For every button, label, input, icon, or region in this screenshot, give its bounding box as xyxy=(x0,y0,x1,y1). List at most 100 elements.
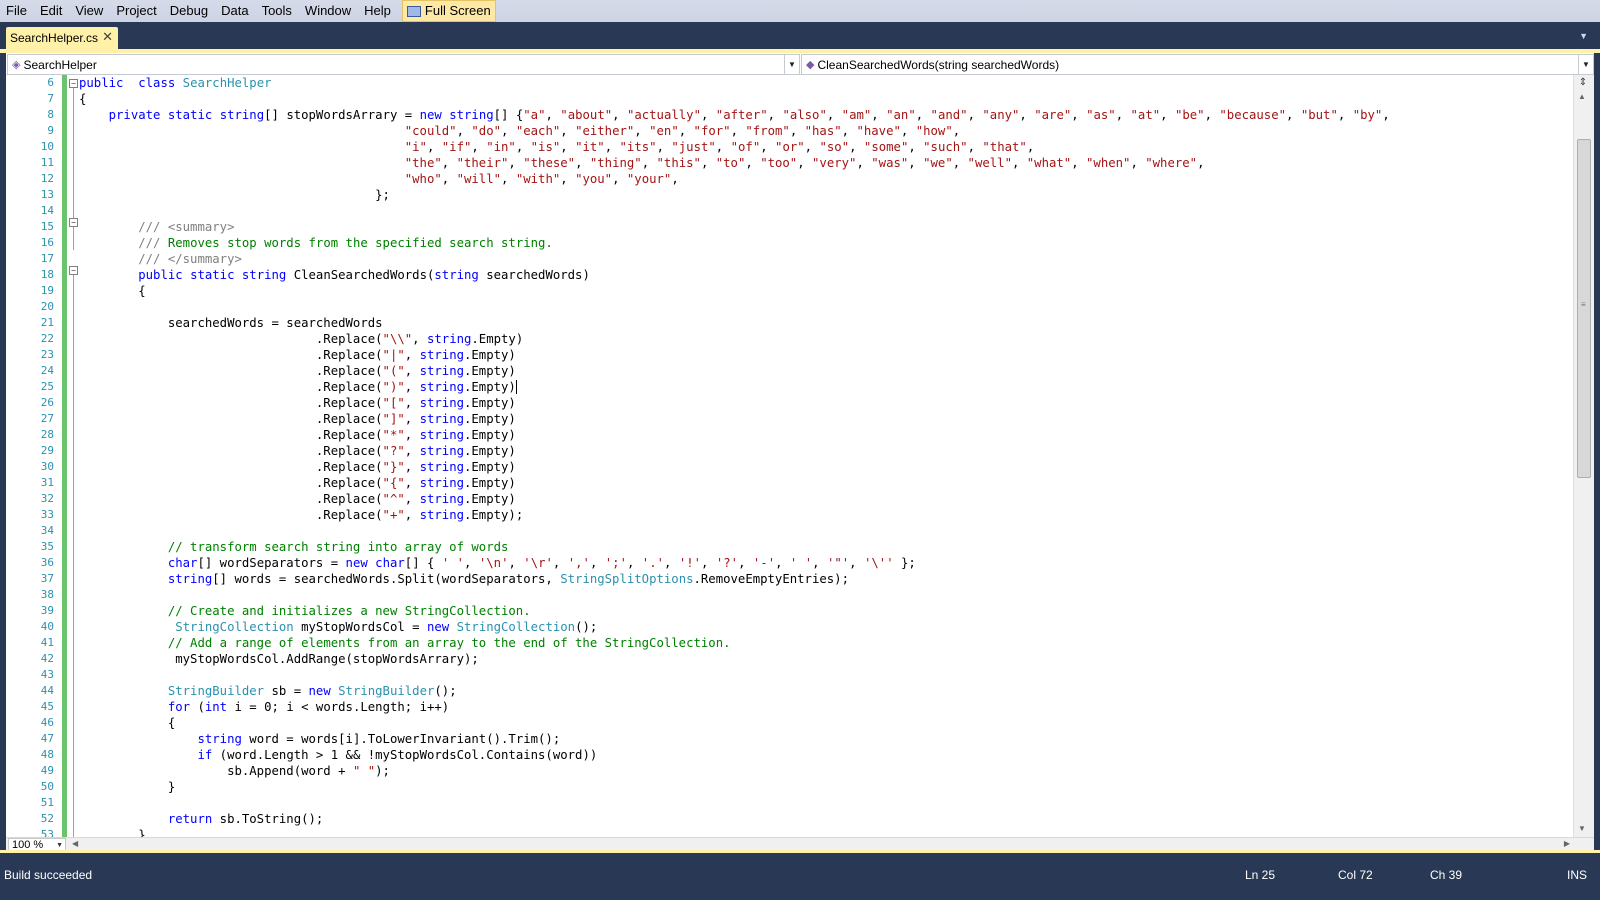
line-number: 19 xyxy=(40,284,54,297)
code-token: , xyxy=(664,556,679,570)
code-token: , xyxy=(1286,108,1301,122)
line-number: 45 xyxy=(40,700,54,713)
vertical-scrollbar[interactable]: ⇕ ▲ ≡ ▼ xyxy=(1573,75,1594,837)
menu-debug[interactable]: Debug xyxy=(164,0,215,22)
code-line[interactable]: .Replace("|", string.Empty) xyxy=(79,347,1574,363)
code-token-string: "could" xyxy=(404,124,457,138)
code-line[interactable]: char[] wordSeparators = new char[] { ' '… xyxy=(79,555,1574,571)
split-window-icon[interactable]: ⇕ xyxy=(1577,77,1589,89)
code-line[interactable] xyxy=(79,299,1574,315)
menu-project[interactable]: Project xyxy=(110,0,163,22)
code-line[interactable]: .Replace("^", string.Empty) xyxy=(79,491,1574,507)
collapse-class-icon[interactable]: − xyxy=(69,79,78,88)
code-line[interactable]: return sb.ToString(); xyxy=(79,811,1574,827)
code-line[interactable]: .Replace("?", string.Empty) xyxy=(79,443,1574,459)
tab-searchhelper-cs[interactable]: SearchHelper.cs ✕ xyxy=(6,27,118,49)
code-token: , xyxy=(508,156,524,170)
code-token-string: "have" xyxy=(856,124,901,138)
code-line[interactable]: .Replace("(", string.Empty) xyxy=(79,363,1574,379)
menu-edit[interactable]: Edit xyxy=(34,0,69,22)
code-token-comment: Removes stop words from the specified se… xyxy=(160,236,553,250)
full-screen-button[interactable]: Full Screen xyxy=(401,0,496,22)
code-line[interactable]: searchedWords = searchedWords xyxy=(79,315,1574,331)
code-line[interactable]: .Replace("+", string.Empty); xyxy=(79,507,1574,523)
code-line[interactable]: { xyxy=(79,91,1574,107)
code-line[interactable]: .Replace("*", string.Empty) xyxy=(79,427,1574,443)
tab-label: SearchHelper.cs xyxy=(10,31,99,45)
code-token-string: "you" xyxy=(575,172,613,186)
code-editor[interactable]: 6 7 8 9 10 11 12 13 14 15 16 17 18 19 20 21 22 23 24 25 26 27… xyxy=(6,75,1594,850)
scroll-thumb[interactable]: ≡ xyxy=(1577,139,1591,478)
code-line[interactable]: .Replace("\\", string.Empty) xyxy=(79,331,1574,347)
line-number: 6 xyxy=(47,76,54,89)
scroll-left-icon[interactable]: ◀ xyxy=(72,839,78,848)
code-line[interactable] xyxy=(79,523,1574,539)
code-line[interactable]: string word = words[i].ToLowerInvariant(… xyxy=(79,731,1574,747)
menu-data[interactable]: Data xyxy=(215,0,255,22)
code-line[interactable]: for (int i = 0; i < words.Length; i++) xyxy=(79,699,1574,715)
code-line[interactable]: } xyxy=(79,827,1574,837)
chevron-down-icon[interactable]: ▼ xyxy=(784,55,799,74)
code-line[interactable] xyxy=(79,587,1574,603)
code-line[interactable]: } xyxy=(79,779,1574,795)
code-line[interactable]: // Add a range of elements from an array… xyxy=(79,635,1574,651)
code-line[interactable]: public static string CleanSearchedWords(… xyxy=(79,267,1574,283)
code-line[interactable]: // Create and initializes a new StringCo… xyxy=(79,603,1574,619)
code-line[interactable]: }; xyxy=(79,187,1574,203)
code-line[interactable]: /// <summary> xyxy=(79,219,1574,235)
menu-view[interactable]: View xyxy=(69,0,110,22)
code-line[interactable]: myStopWordsCol.AddRange(stopWordsArrary)… xyxy=(79,651,1574,667)
code-line[interactable]: .Replace("[", string.Empty) xyxy=(79,395,1574,411)
code-line[interactable]: if (word.Length > 1 && !myStopWordsCol.C… xyxy=(79,747,1574,763)
code-token-string: "where" xyxy=(1145,156,1198,170)
menu-help[interactable]: Help xyxy=(358,0,398,22)
type-dropdown[interactable]: ◈ SearchHelper ▼ xyxy=(7,54,800,75)
menu-window[interactable]: Window xyxy=(299,0,358,22)
code-line[interactable] xyxy=(79,203,1574,219)
code-line[interactable]: .Replace("]", string.Empty) xyxy=(79,411,1574,427)
code-line[interactable]: { xyxy=(79,715,1574,731)
tab-list-dropdown-icon[interactable]: ▼ xyxy=(1579,31,1588,41)
code-token: , xyxy=(501,172,516,186)
code-line[interactable]: { xyxy=(79,283,1574,299)
code-line[interactable]: .Replace("{", string.Empty) xyxy=(79,475,1574,491)
code-token: , xyxy=(641,156,657,170)
collapse-summary-icon[interactable]: − xyxy=(69,218,78,227)
close-icon[interactable]: ✕ xyxy=(102,29,113,45)
collapse-method-icon[interactable]: − xyxy=(69,266,78,275)
chevron-down-icon[interactable]: ▼ xyxy=(56,839,63,850)
member-dropdown[interactable]: ◆ CleanSearchedWords(string searchedWord… xyxy=(801,54,1594,75)
code-text-area[interactable]: public class SearchHelper{ private stati… xyxy=(79,75,1574,837)
code-line[interactable]: StringCollection myStopWordsCol = new St… xyxy=(79,619,1574,635)
code-line[interactable]: .Replace(")", string.Empty) xyxy=(79,379,1574,395)
code-line[interactable]: .Replace("}", string.Empty) xyxy=(79,459,1574,475)
code-line[interactable]: string[] words = searchedWords.Split(wor… xyxy=(79,571,1574,587)
code-line[interactable] xyxy=(79,795,1574,811)
menu-file[interactable]: File xyxy=(0,0,34,22)
horizontal-scrollbar[interactable]: 100 % ▼ ◀ ▶ xyxy=(6,837,1594,850)
code-line[interactable]: sb.Append(word + " "); xyxy=(79,763,1574,779)
scroll-right-icon[interactable]: ▶ xyxy=(1564,839,1570,848)
code-line[interactable]: /// Removes stop words from the specifie… xyxy=(79,235,1574,251)
scroll-down-icon[interactable]: ▼ xyxy=(1578,824,1586,833)
code-line[interactable]: // transform search string into array of… xyxy=(79,539,1574,555)
code-line[interactable]: "the", "their", "these", "thing", "this"… xyxy=(79,155,1574,171)
code-line[interactable]: private static string[] stopWordsArrary … xyxy=(79,107,1574,123)
code-line[interactable]: StringBuilder sb = new StringBuilder(); xyxy=(79,683,1574,699)
code-line[interactable]: "i", "if", "in", "is", "it", "its", "jus… xyxy=(79,139,1574,155)
scroll-up-icon[interactable]: ▲ xyxy=(1578,92,1586,101)
code-line[interactable]: "who", "will", "with", "you", "your", xyxy=(79,171,1574,187)
code-token-string: "+" xyxy=(382,508,405,522)
chevron-down-icon[interactable]: ▼ xyxy=(1578,55,1593,74)
code-line[interactable]: /// </summary> xyxy=(79,251,1574,267)
zoom-dropdown[interactable]: 100 % ▼ xyxy=(8,838,66,850)
code-line[interactable]: "could", "do", "each", "either", "en", "… xyxy=(79,123,1574,139)
menu-tools[interactable]: Tools xyxy=(256,0,299,22)
code-token: (); xyxy=(434,684,457,698)
code-token: , xyxy=(952,156,968,170)
code-line[interactable] xyxy=(79,667,1574,683)
code-line[interactable]: public class SearchHelper xyxy=(79,75,1574,91)
